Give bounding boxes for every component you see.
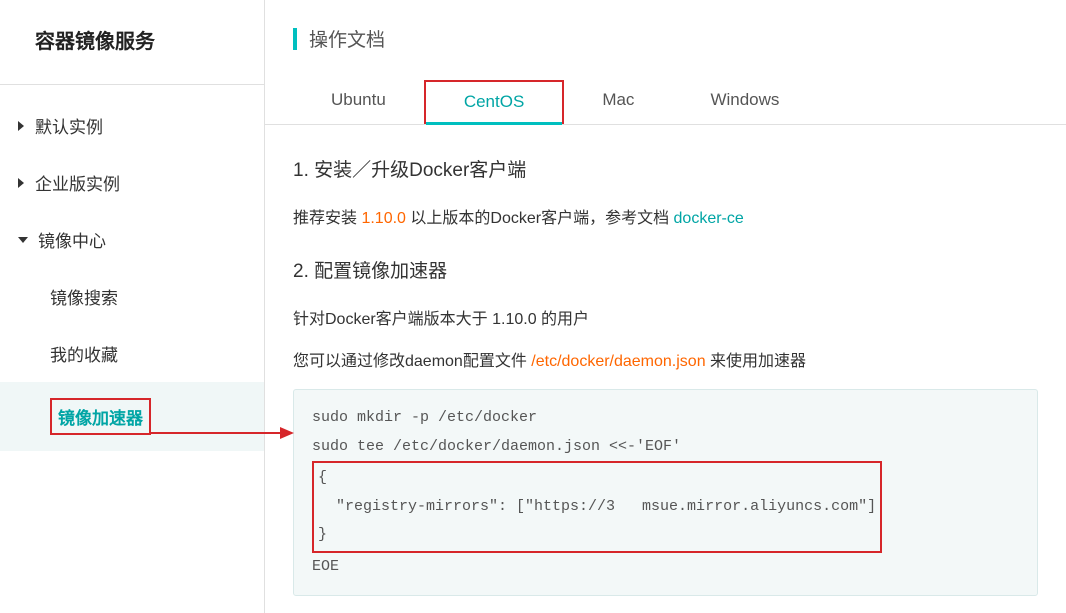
triangle-right-icon [18,178,24,188]
text: 推荐安装 [293,210,361,227]
section1-title: 1. 安装／升级Docker客户端 [293,155,1038,182]
content-area: 1. 安装／升级Docker客户端 推荐安装 1.10.0 以上版本的Docke… [265,125,1066,596]
text: 您可以通过修改daemon配置文件 [293,353,531,370]
code-highlight-box: { "registry-mirrors": ["https://3 msue.m… [312,461,882,553]
sidebar-divider [0,84,264,85]
code-line: "registry-mirrors": ["https://3 msue.mir… [318,498,876,515]
nav-label: 默认实例 [35,113,103,138]
nav-item-default-instance[interactable]: 默认实例 [0,97,264,154]
text: 以上版本的Docker客户端，参考文档 [406,210,674,227]
section2-title: 2. 配置镜像加速器 [293,256,1038,283]
code-line: EOE [312,558,339,575]
docker-ce-link[interactable]: docker-ce [674,210,744,227]
doc-header: 操作文档 [265,25,1066,52]
highlight-box: 镜像加速器 [50,398,151,435]
doc-header-bar [293,28,297,50]
tab-mac[interactable]: Mac [564,80,672,124]
doc-header-title: 操作文档 [309,25,385,52]
triangle-down-icon [18,237,28,243]
tab-centos[interactable]: CentOS [424,80,564,124]
section2-line2: 您可以通过修改daemon配置文件 /etc/docker/daemon.jso… [293,347,1038,371]
config-path: /etc/docker/daemon.json [531,353,705,370]
sidebar: 容器镜像服务 默认实例 企业版实例 镜像中心 镜像搜索 我的收藏 镜像加速器 [0,0,265,613]
triangle-right-icon [18,121,24,131]
sidebar-item-mirror-search[interactable]: 镜像搜索 [0,268,264,325]
code-line: sudo tee /etc/docker/daemon.json <<-'EOF… [312,438,681,455]
version-text: 1.10.0 [361,210,405,227]
text: 来使用加速器 [706,353,806,370]
code-line: { [318,469,327,486]
tab-windows[interactable]: Windows [672,80,817,124]
nav-label: 镜像中心 [38,227,106,252]
section1-text: 推荐安装 1.10.0 以上版本的Docker客户端，参考文档 docker-c… [293,204,1038,228]
code-line: sudo mkdir -p /etc/docker [312,409,537,426]
main-content: 操作文档 Ubuntu CentOS Mac Windows 1. 安装／升级D… [265,0,1066,613]
sidebar-item-mirror-accelerator[interactable]: 镜像加速器 [0,382,264,451]
tab-ubuntu[interactable]: Ubuntu [293,80,424,124]
sidebar-title: 容器镜像服务 [0,25,264,84]
nav-label: 企业版实例 [35,170,120,195]
code-line: } [318,526,327,543]
nav-item-mirror-center[interactable]: 镜像中心 [0,211,264,268]
code-block: sudo mkdir -p /etc/docker sudo tee /etc/… [293,389,1038,596]
sidebar-item-my-favorites[interactable]: 我的收藏 [0,325,264,382]
nav-item-enterprise-instance[interactable]: 企业版实例 [0,154,264,211]
tabs-bar: Ubuntu CentOS Mac Windows [265,80,1066,125]
section2-line1: 针对Docker客户端版本大于 1.10.0 的用户 [293,305,1038,329]
